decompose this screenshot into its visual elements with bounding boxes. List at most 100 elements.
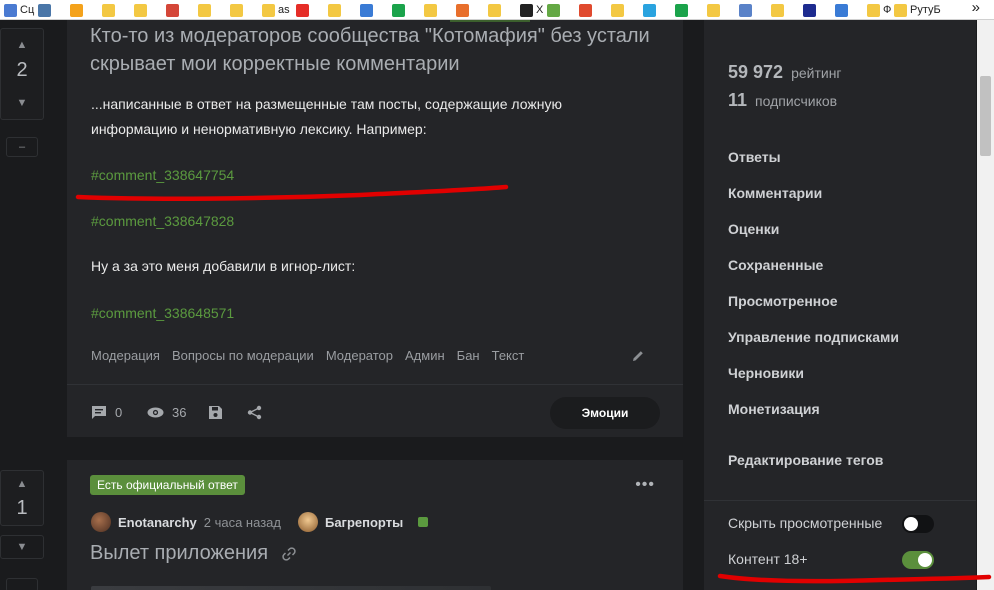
bookmark-label: Сц [20,4,35,16]
bookmark-icon [835,3,848,17]
rating-label: рейтинг [791,65,842,81]
bookmark-item[interactable] [102,2,115,18]
bookmark-item[interactable] [198,2,211,18]
scrollbar-thumb[interactable] [980,76,991,156]
post-title[interactable]: Вылет приложения [90,539,296,567]
hide-viewed-toggle[interactable] [902,515,934,533]
bookmark-item[interactable] [424,2,437,18]
author-name[interactable]: Enotanarchy [118,515,197,530]
bookmark-item[interactable]: РутуБ [894,2,941,18]
tag[interactable]: Админ [405,348,445,363]
more-options-button[interactable]: ••• [635,476,655,494]
comment-link[interactable]: #comment_338648571 [91,305,234,321]
bookmark-item[interactable] [803,2,816,18]
divider [704,500,976,501]
tag[interactable]: Модерация [91,348,160,363]
menu-item-edit-tags[interactable]: Редактирование тегов [728,452,883,468]
rss-icon[interactable] [418,517,429,527]
bookmark-icon [547,3,560,17]
bookmark-label: РутуБ [910,4,941,16]
adult-content-toggle[interactable] [902,551,934,569]
menu-item-ratings[interactable]: Оценки [728,221,779,237]
community-avatar[interactable] [297,512,318,532]
post-title-text: Вылет приложения [90,542,269,564]
bookmark-item[interactable]: as [262,2,290,18]
user-sidebar: 59 972 рейтинг 11 подписчиков Ответы Ком… [704,20,976,590]
bookmark-item[interactable] [38,2,51,18]
bookmark-item[interactable] [328,2,341,18]
emotions-button[interactable]: Эмоции [550,397,660,429]
bookmark-item[interactable] [488,2,501,18]
menu-item-viewed[interactable]: Просмотренное [728,293,838,309]
tag[interactable]: Модератор [326,348,393,363]
menu-item-subscriptions[interactable]: Управление подписками [728,329,899,345]
menu-item-answers[interactable]: Ответы [728,149,781,165]
menu-item-comments[interactable]: Комментарии [728,185,822,201]
tag[interactable]: Бан [457,348,480,363]
subscribers-stat[interactable]: 11 подписчиков [728,90,837,111]
bookmark-item[interactable]: X [520,2,543,18]
bookmark-item[interactable] [70,2,83,18]
bookmark-item[interactable] [296,2,309,18]
floppy-icon [209,406,222,419]
bookmark-icon [102,3,115,17]
community-name[interactable]: Багрепорты [325,515,403,530]
bookmark-icon [894,3,907,17]
bookmark-item[interactable] [456,2,469,18]
comments-count: 0 [115,405,123,420]
bookmark-icon [262,3,275,17]
downvote-button[interactable]: ▼ [0,535,44,559]
bookmark-item[interactable] [392,2,405,18]
views-stat: 36 [147,405,186,420]
bookmark-icon [643,3,656,17]
bookmark-item[interactable] [230,2,243,18]
tag[interactable]: Вопросы по модерации [172,348,314,363]
upvote-button[interactable]: ▲ [1,474,43,494]
vote-count: 1 [16,497,28,519]
bookmark-item[interactable] [707,2,720,18]
post-card: Есть официальный ответ ••• Enotanarchy 2… [67,460,683,590]
bookmark-icon [739,3,752,17]
collapse-button[interactable]: – [6,137,38,157]
upvote-button[interactable]: ▲ [1,35,43,55]
bookmark-item[interactable] [166,2,179,18]
bookmark-item[interactable] [675,2,688,18]
comment-link[interactable]: #comment_338647754 [91,167,234,183]
bookmark-item[interactable] [134,2,147,18]
bookmarks-overflow-button[interactable]: » [972,0,980,16]
bookmark-item[interactable]: Ф [867,2,891,18]
collapse-button[interactable] [6,578,38,590]
bookmark-icon [611,3,624,17]
bookmark-item[interactable] [835,2,848,18]
bookmark-icon [328,3,341,17]
bookmark-icon [520,3,533,17]
bookmark-item[interactable] [611,2,624,18]
subscribers-value: 11 [728,90,748,110]
bookmark-item[interactable] [771,2,784,18]
link-icon[interactable] [281,547,296,561]
bookmark-item[interactable] [579,2,592,18]
menu-item-saved[interactable]: Сохраненные [728,257,823,273]
menu-item-monetization[interactable]: Монетизация [728,401,820,417]
bookmark-icon [867,3,880,17]
tag[interactable]: Текст [492,348,525,363]
pencil-icon[interactable] [631,349,645,363]
share-button[interactable] [247,405,262,420]
save-button[interactable] [208,405,223,420]
rating-stat: 59 972 рейтинг [728,62,842,83]
bookmark-item[interactable] [360,2,373,18]
bookmark-item[interactable]: Сц [4,2,34,18]
menu-item-drafts[interactable]: Черновики [728,365,804,381]
comments-stat[interactable]: 0 [91,405,122,420]
bookmark-icon [488,3,501,17]
bookmark-icon [707,3,720,17]
comment-link[interactable]: #comment_338647828 [91,213,234,229]
post-title[interactable]: Кто-то из модераторов сообщества "Котома… [90,22,670,78]
bookmark-item[interactable] [739,2,752,18]
bookmark-icon [166,3,179,17]
bookmark-item[interactable] [547,2,560,18]
downvote-button[interactable]: ▼ [1,93,43,113]
bookmark-label: as [278,4,290,16]
avatar[interactable] [91,512,111,532]
bookmark-item[interactable] [643,2,656,18]
